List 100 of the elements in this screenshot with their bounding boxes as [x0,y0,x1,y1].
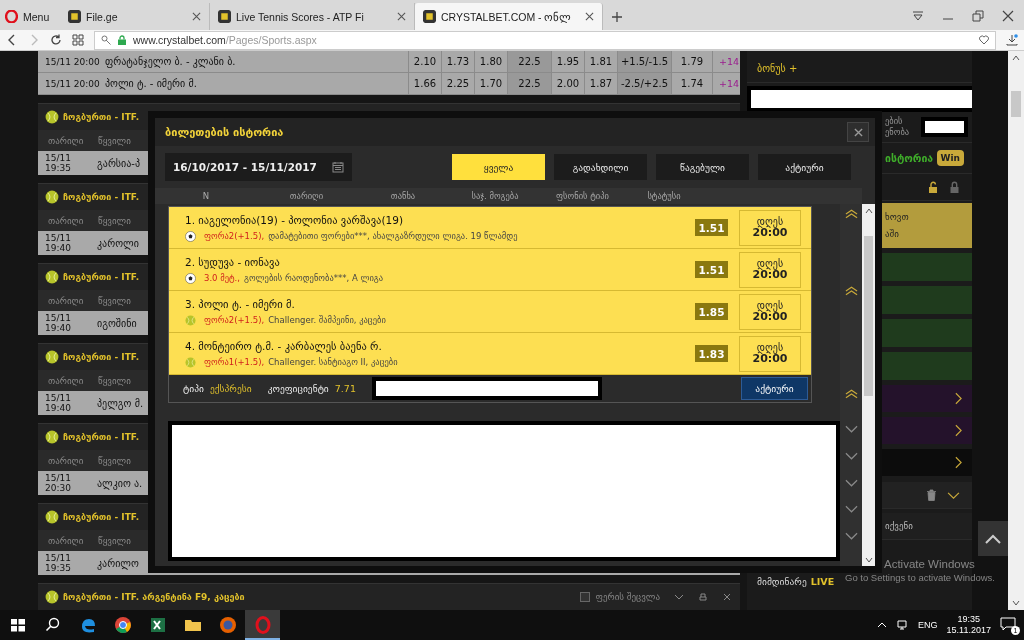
column-header: წყვილი [98,535,131,546]
filter-tab[interactable]: აქტიური [758,154,851,180]
history-link[interactable]: ისტორია [885,152,934,164]
column-header: თანხა [389,191,417,201]
printer-icon[interactable] [698,592,708,602]
browser-tab[interactable]: CRYSTALBET.COM - ონლ [415,3,603,30]
live-label[interactable]: მიმდინარე [757,575,807,587]
checkbox[interactable] [580,592,591,602]
download-icon[interactable] [1006,34,1018,46]
column-header: წყვილი [98,215,131,226]
scrollbar[interactable] [1008,51,1024,610]
chevron-right-icon[interactable] [955,456,962,469]
match-time: 15/11 19:35 [44,553,72,573]
heart-icon[interactable] [979,35,989,45]
chevron-right-icon[interactable] [955,392,962,405]
filter-tab[interactable]: წაგებული [656,154,749,180]
match-time: 15/11 19:40 [44,313,72,333]
bonus-title[interactable]: ბონუს + [757,62,798,74]
clock[interactable]: 19:35 15.11.2017 [946,614,991,636]
sidebar-text: იქვენი [885,521,913,531]
scroll-down-icon[interactable] [1012,600,1020,606]
scrollbar-thumb[interactable] [1011,91,1021,117]
close-icon[interactable] [1002,10,1014,22]
filter-tab[interactable]: ყველა [452,154,545,180]
double-chevron-up-icon[interactable] [844,286,858,296]
tennis-ball-icon [45,430,59,444]
lock-icon[interactable] [949,181,960,193]
league-title: ჩოგბურთი - ITF. [63,272,140,282]
unlock-icon[interactable] [928,181,939,193]
match-time: 15/11 20:00 [44,56,101,67]
scroll-up-icon[interactable] [1012,55,1020,61]
status-button[interactable]: აქტიური [741,377,808,400]
close-icon[interactable] [722,592,732,602]
bet-title: 3. პოლი ტ. - იმერი მ. [185,297,296,310]
chevron-down-icon[interactable] [844,504,858,514]
scrollbar[interactable] [862,204,875,566]
message-icon [1000,617,1016,631]
browser-tab[interactable]: Menu [0,3,60,30]
odds-cell: 1.73 [441,51,474,72]
chevron-down-icon[interactable] [844,424,858,434]
close-icon[interactable] [192,12,201,21]
column-header: თარიღი [47,135,85,146]
chevron-down-icon[interactable] [844,451,858,461]
url-text: www.crystalbet.com/Pages/Sports.aspx [133,34,317,46]
calendar-icon[interactable] [332,161,344,173]
chevron-down-icon[interactable] [844,478,858,488]
chevron-right-icon[interactable] [955,424,962,437]
close-icon[interactable] [397,12,406,21]
league-title: ჩოგბურთი - ITF. [63,512,140,522]
scroll-top-button[interactable] [978,521,1008,556]
league-header[interactable]: ჩოგბურთი - ITF. არგენტინა F9, კაცები ფერის შეცვლა [38,583,740,610]
match-time: 15/11 19:35 [44,153,72,173]
search-icon[interactable] [43,616,62,634]
line-cell: -2.5/+2.5 [617,73,671,94]
double-chevron-up-icon[interactable] [844,389,858,399]
dialog-title: ბილეთების ისტორია [165,125,284,139]
column-header: თარიღი [47,455,85,466]
odds-cell: 2.10 [408,51,441,72]
bet-pick: ფორა1(+1.5), [204,357,265,367]
filter-tab[interactable]: გადახდილი [554,154,647,180]
address-field[interactable]: www.crystalbet.com/Pages/Sports.aspx [94,30,996,50]
chevron-down-icon[interactable] [674,592,684,602]
match-name: ალკიო ა. [97,477,143,489]
odds-cell: 1.66 [408,73,441,94]
new-tab-icon[interactable] [611,11,623,23]
chevron-down-icon[interactable] [947,490,960,500]
odds-badge: 1.83 [695,345,728,362]
opera-logo-icon [5,10,18,23]
chrome-icon [113,616,132,634]
chevron-down-icon[interactable] [844,531,858,541]
restore-icon[interactable] [972,10,984,22]
column-header: თარიღი [47,295,85,306]
league-title: ჩოგბურთი - ITF. [63,352,140,362]
grid-icon[interactable] [72,34,84,46]
match-name: პელგო მ. [97,397,144,409]
match-name: გარსია-პ [97,157,140,169]
day-label: დღეს [756,299,784,311]
scrollbar-thumb[interactable] [864,236,873,396]
windows-logo-icon [8,616,27,634]
trash-icon[interactable] [926,489,937,501]
day-label: დღეს [756,341,784,353]
match-name: პოლი ტ. - იმერი მ. [105,78,198,89]
day-label: დღეს [756,257,784,269]
coefficient-value: 7.71 [334,383,356,394]
tab-list-icon[interactable] [912,10,924,22]
language-indicator[interactable]: ENG [918,620,938,630]
close-icon[interactable] [585,12,594,21]
opera-icon [253,616,272,634]
match-name: ფრატანჯელო ბ. - კლანი ბ. [105,56,237,67]
line-cell: 22.5 [507,51,551,72]
double-chevron-up-icon[interactable] [844,209,858,219]
reload-icon[interactable] [50,34,62,46]
scroll-up-icon[interactable] [864,208,873,214]
column-header: თარიღი [288,191,325,201]
close-button[interactable] [847,122,869,142]
network-icon[interactable] [897,619,910,631]
scroll-down-icon[interactable] [864,557,873,563]
column-header: წყვილი [98,295,131,306]
date-range-field[interactable]: 16/10/2017 - 15/11/2017 [165,153,352,181]
activation-text: Go to Settings to activate Windows. [845,572,995,583]
